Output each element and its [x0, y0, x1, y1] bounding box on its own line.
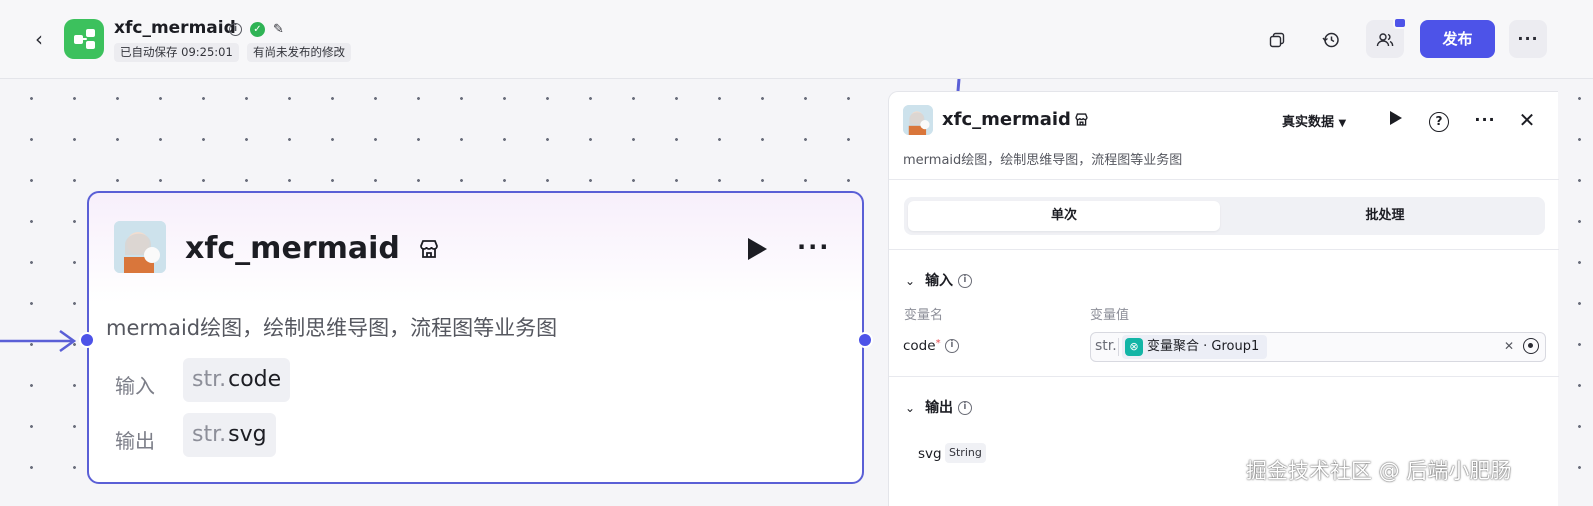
- info-icon[interactable]: i: [229, 23, 242, 36]
- app-title: xfc_mermaid: [114, 18, 236, 38]
- node-input-label: 输入: [115, 374, 155, 398]
- node-output-chip: str.svg: [183, 413, 276, 457]
- output-name: svg: [918, 446, 942, 462]
- tab-single[interactable]: 单次: [908, 201, 1220, 231]
- panel-run-icon[interactable]: [1383, 108, 1407, 132]
- plugin-avatar: [114, 221, 166, 273]
- info-icon: i: [957, 401, 972, 415]
- panel-more-icon[interactable]: ···: [1470, 108, 1500, 132]
- watermark: 掘金技术社区 @ 后端小肥肠: [1246, 459, 1512, 483]
- variable-aggregate-icon: ⊗: [1125, 338, 1143, 356]
- top-bar: ‹ xfc_mermaid i ✓ ✎ 已自动保存 09:25:01 有尚未发布…: [0, 0, 1593, 79]
- autosave-status: 已自动保存 09:25:01: [114, 43, 239, 62]
- dropdown-caret-icon: ▼: [1338, 118, 1347, 129]
- node-input-handle[interactable]: [79, 332, 95, 348]
- info-icon: i: [957, 274, 972, 288]
- output-section-title: 输出: [925, 400, 954, 416]
- output-type-badge: String: [945, 443, 986, 463]
- node-title: xfc_mermaid: [185, 231, 400, 266]
- panel-divider: [889, 376, 1559, 377]
- node-output-label: 输出: [115, 429, 155, 453]
- param-name-text: code: [903, 338, 936, 354]
- output-type: str.: [192, 422, 227, 447]
- variable-reference-tag: ⊗ 变量聚合 · Group1: [1122, 335, 1268, 359]
- output-name: svg: [228, 422, 267, 447]
- edit-icon[interactable]: ✎: [271, 22, 286, 37]
- plugin-node-card[interactable]: xfc_mermaid ··· mermaid绘图，绘制思维导图，流程图等业务图…: [87, 191, 864, 484]
- collapse-caret-icon: ⌄: [905, 274, 916, 288]
- panel-divider: [889, 179, 1559, 180]
- run-mode-tabs: 单次 批处理: [904, 197, 1545, 235]
- more-icon[interactable]: ···: [1509, 20, 1547, 58]
- node-description: mermaid绘图，绘制思维导图，流程图等业务图: [106, 316, 558, 340]
- node-test-panel: xfc_mermaid 真实数据 ▼ ? ··· ✕ mermaid绘图，绘制思…: [888, 91, 1559, 506]
- info-icon: i: [944, 339, 959, 353]
- col-value-header: 变量值: [1090, 308, 1130, 323]
- input-section-header[interactable]: ⌄ 输入 i: [905, 270, 972, 290]
- premium-badge-icon: [1393, 17, 1407, 29]
- store-icon: [418, 238, 440, 260]
- param-type: str.: [1095, 338, 1117, 354]
- publish-button[interactable]: 发布: [1420, 20, 1495, 58]
- data-mode-value: 真实数据: [1282, 115, 1335, 130]
- close-icon[interactable]: ✕: [1515, 108, 1539, 132]
- param-value-field[interactable]: str. ⊗ 变量聚合 · Group1 ✕: [1090, 332, 1546, 362]
- output-section-header[interactable]: ⌄ 输出 i: [905, 397, 972, 417]
- variable-reference-text: 变量聚合 · Group1: [1147, 339, 1260, 354]
- panel-description: mermaid绘图，绘制思维导图，流程图等业务图: [903, 153, 1183, 168]
- input-section-title: 输入: [925, 273, 954, 289]
- collapse-caret-icon: ⌄: [905, 401, 916, 415]
- back-arrow-icon[interactable]: ‹: [28, 28, 50, 50]
- panel-plugin-avatar: [903, 105, 933, 135]
- panel-title: xfc_mermaid: [942, 109, 1071, 130]
- required-mark: *: [935, 338, 941, 349]
- unpublished-badge: 有尚未发布的修改: [247, 43, 351, 62]
- collaborators-icon[interactable]: [1366, 17, 1407, 58]
- node-more-icon[interactable]: ···: [797, 233, 830, 261]
- clear-icon[interactable]: ✕: [1504, 339, 1514, 353]
- history-icon[interactable]: [1312, 20, 1350, 58]
- input-name: code: [228, 367, 282, 392]
- node-output-handle[interactable]: [857, 332, 873, 348]
- incoming-edge: [0, 329, 77, 353]
- panel-divider: [889, 249, 1559, 250]
- copy-icon[interactable]: [1258, 20, 1296, 58]
- panel-store-icon: [1074, 112, 1089, 127]
- run-node-button[interactable]: [745, 236, 769, 262]
- target-select-icon[interactable]: [1523, 338, 1539, 354]
- param-name: code* i: [903, 338, 959, 354]
- app-workflow-icon: [64, 19, 104, 59]
- help-icon[interactable]: ?: [1427, 108, 1451, 132]
- verified-check-icon: ✓: [250, 22, 265, 37]
- node-input-chip: str.code: [183, 358, 291, 402]
- col-name-header: 变量名: [904, 308, 944, 323]
- tab-batch[interactable]: 批处理: [1229, 201, 1541, 231]
- input-type: str.: [192, 367, 227, 392]
- data-mode-select[interactable]: 真实数据 ▼: [1282, 111, 1346, 130]
